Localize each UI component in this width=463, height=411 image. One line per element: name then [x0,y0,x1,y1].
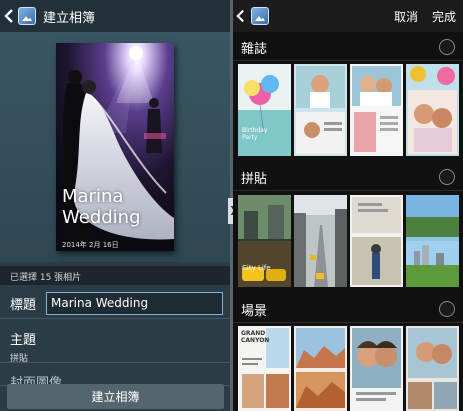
selection-status: 已選擇 15 張相片 [0,266,230,285]
cover-preview-area: Marina Wedding 2014年 2月 16日 [0,32,230,262]
theme-row[interactable]: 主題 拼貼 [0,323,230,364]
back-arrow-icon[interactable] [233,0,247,32]
left-action-bar: 建立相簿 [0,0,230,32]
theme-thumbnail[interactable] [294,64,347,156]
title-input-value: Marina Wedding [51,296,149,310]
title-label: 標題 [10,297,37,313]
cover-date-text: 2014年 2月 16日 [62,241,119,249]
theme-thumbnail[interactable] [406,64,459,156]
theme-section-scene[interactable]: 場景 [233,296,463,323]
album-app-icon [251,7,269,25]
theme-thumbnail[interactable] [406,326,459,411]
radio-empty-icon[interactable] [439,169,455,185]
done-button[interactable]: 完成 [425,8,463,25]
create-album-button[interactable]: 建立相簿 [7,384,224,409]
theme-thumbnail[interactable]: City Life [238,195,291,287]
collage-thumbnails: City Life [238,195,463,287]
thumb-caption: City Life [242,264,271,272]
theme-thumbnail[interactable] [350,64,403,156]
cancel-button[interactable]: 取消 [387,8,425,25]
theme-thumbnail[interactable]: GRAND CANYON [238,326,291,411]
radio-empty-icon[interactable] [439,39,455,55]
theme-section-collage[interactable]: 拼貼 [233,164,463,191]
back-arrow-icon[interactable] [0,0,18,32]
theme-thumbnail[interactable] [406,195,459,287]
album-cover-preview[interactable]: Marina Wedding 2014年 2月 16日 [56,43,174,251]
thumb-caption: Birthday Party [242,127,268,141]
right-action-bar: 取消 完成 [233,0,463,32]
magazine-thumbnails: Birthday Party [238,64,463,156]
cover-image-row[interactable]: 封面圖像 [0,366,230,386]
section-label: 場景 [241,303,268,319]
theme-label: 主題 [10,333,37,348]
scene-thumbnails: GRAND CANYON [238,326,463,411]
theme-section-magazine[interactable]: 雜誌 [233,34,463,61]
theme-picker-panel: 取消 完成 雜誌 Birthday Party 拼貼 City Life 場景 … [233,0,463,411]
title-row: 標題 Marina Wedding [0,288,230,319]
theme-thumbnail[interactable] [350,326,403,411]
radio-empty-icon[interactable] [439,301,455,317]
page-title: 建立相簿 [43,10,96,26]
title-input[interactable]: Marina Wedding [46,291,223,315]
create-album-panel: 建立相簿 Marina Wedding 2014年 2月 16日 已選擇 15 … [0,0,230,411]
theme-thumbnail[interactable] [294,195,347,287]
section-label: 雜誌 [241,41,268,57]
thumb-caption: GRAND CANYON [241,330,270,344]
theme-thumbnail[interactable]: Birthday Party [238,64,291,156]
theme-value: 拼貼 [10,354,29,364]
section-label: 拼貼 [241,171,268,187]
cover-title-text: Marina Wedding [62,186,141,228]
album-app-icon [18,7,36,25]
theme-thumbnail[interactable] [294,326,347,411]
theme-thumbnail[interactable] [350,195,403,287]
